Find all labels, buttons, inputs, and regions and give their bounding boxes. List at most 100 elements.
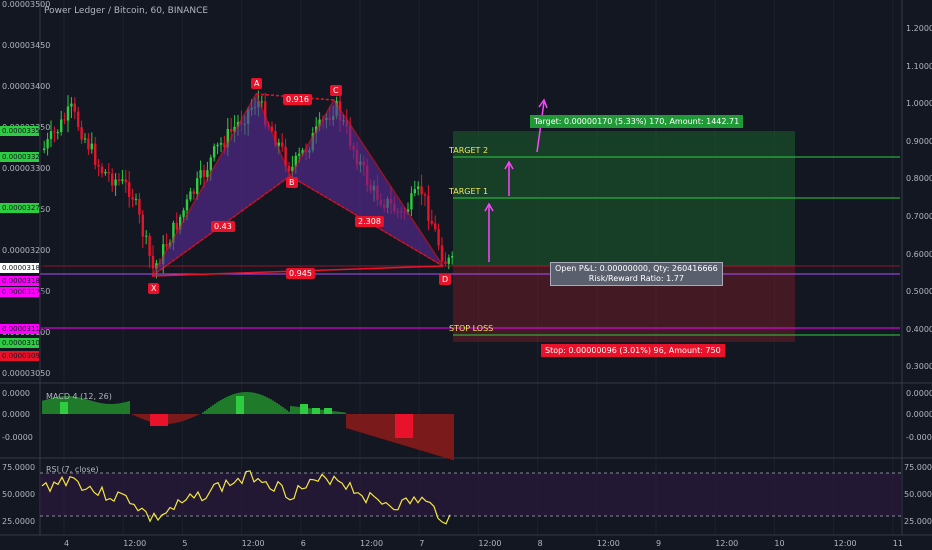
candle-body	[83, 138, 87, 140]
macd-bar	[180, 414, 182, 422]
candle-body	[107, 171, 110, 174]
time-axis-label: 12:00	[360, 539, 384, 548]
candle-body	[97, 164, 100, 167]
pattern-xab	[151, 92, 291, 277]
candle-body	[182, 210, 185, 217]
macd-axis-2: -0.0000	[2, 433, 33, 442]
point-b[interactable]: B	[286, 177, 298, 188]
macd-bar	[246, 392, 248, 414]
macd-bar	[228, 395, 230, 414]
ratio-bd: 2.308	[355, 216, 384, 227]
right-axis-label: 0.8000	[906, 174, 932, 184]
macd-bar	[390, 414, 392, 442]
macd-bar	[290, 406, 292, 414]
time-axis-label: 12:00	[833, 539, 857, 548]
macd-bar	[206, 409, 208, 414]
macd-bar	[222, 398, 224, 414]
macd-bar	[336, 411, 338, 414]
macd-bar	[172, 414, 174, 424]
candle-body	[444, 261, 447, 264]
macd-highlight	[324, 408, 332, 414]
price-tag: 0.00003102	[0, 338, 45, 348]
price-tag: 0.00003275	[0, 203, 45, 213]
macd-bar	[370, 414, 372, 436]
point-a[interactable]: A	[251, 78, 263, 89]
chart-title: Power Ledger / Bitcoin, 60, BINANCE	[44, 6, 209, 16]
macd-bar	[188, 414, 190, 419]
macd-raxis-1: 0.0000	[906, 410, 932, 419]
candle-body	[43, 148, 46, 150]
macd-bar	[320, 409, 322, 414]
candle-body	[434, 223, 437, 230]
macd-bar	[86, 399, 88, 414]
price-axis-label: 0.00003200	[2, 246, 51, 255]
macd-bar	[124, 402, 126, 414]
macd-bar	[340, 412, 342, 414]
time-axis-label: 9	[656, 539, 662, 548]
macd-bar	[384, 414, 386, 440]
macd-bar	[364, 414, 366, 434]
target-info-box[interactable]: Target: 0.00000170 (5.33%) 170, Amount: …	[530, 115, 744, 128]
candle-body	[46, 139, 49, 149]
chart-canvas[interactable]	[0, 0, 932, 550]
macd-bar	[276, 403, 278, 414]
point-c[interactable]: C	[330, 85, 342, 96]
right-axis-label: 0.3000	[906, 362, 932, 372]
macd-bar	[116, 403, 118, 414]
time-axis-label: 5	[182, 539, 188, 548]
macd-bar	[440, 414, 442, 457]
ratio-xd: 0.945	[286, 268, 315, 279]
price-tag: 0.00003180	[0, 276, 45, 286]
candle-body	[199, 170, 202, 179]
macd-bar	[350, 414, 352, 430]
macd-bar	[418, 414, 420, 450]
ratio-ac: 0.916	[283, 94, 312, 105]
time-axis-label: 8	[537, 539, 543, 548]
macd-bar	[286, 410, 288, 414]
macd-bar	[110, 403, 112, 414]
pnl-info-box[interactable]: Open P&L: 0.00000000, Qty: 260416666 Ris…	[550, 262, 723, 286]
point-x[interactable]: X	[148, 283, 160, 294]
macd-bar	[378, 414, 380, 438]
stop-info-box[interactable]: Stop: 0.00000096 (3.01%) 96, Amount: 750	[541, 344, 725, 357]
macd-raxis-2: -0.0000	[906, 433, 932, 442]
macd-bar	[220, 400, 222, 414]
macd-bar	[44, 399, 46, 414]
macd-bar	[274, 401, 276, 414]
macd-bar	[140, 414, 142, 419]
time-axis-label: 4	[64, 539, 70, 548]
pnl-line1: Open P&L: 0.00000000, Qty: 260416666	[555, 264, 718, 273]
candle-body	[56, 131, 59, 133]
right-axis-label: 0.6000	[906, 249, 932, 259]
candle-body	[53, 131, 56, 133]
right-axis-label: 1.1000	[906, 61, 932, 71]
candle-body	[192, 191, 195, 194]
price-axis-label: 0.00003050	[2, 369, 51, 378]
candle-body	[138, 198, 141, 215]
macd-bar	[438, 414, 440, 456]
macd-bar	[134, 414, 136, 416]
macd-bar	[94, 401, 96, 414]
rsi-band	[40, 473, 902, 516]
macd-bar	[356, 414, 358, 432]
macd-bar	[382, 414, 384, 440]
point-d[interactable]: D	[439, 274, 452, 285]
macd-bar	[186, 414, 188, 420]
macd-bar	[436, 414, 438, 456]
candle-body	[121, 179, 124, 181]
macd-bar	[308, 408, 310, 414]
candle-body	[260, 101, 263, 103]
time-axis-label: 12:00	[123, 539, 147, 548]
macd-bar	[428, 414, 430, 453]
candle-body	[104, 171, 107, 174]
macd-bar	[218, 401, 220, 414]
macd-bar	[346, 414, 348, 429]
macd-bar	[392, 414, 394, 443]
macd-bar	[332, 411, 334, 414]
macd-bar	[272, 400, 274, 414]
candle-body	[80, 127, 83, 140]
rsi-axis-0: 75.0000	[2, 463, 36, 472]
candle-body	[70, 103, 73, 107]
macd-bar	[374, 414, 376, 437]
right-axis-label: 1.2000	[906, 24, 932, 33]
